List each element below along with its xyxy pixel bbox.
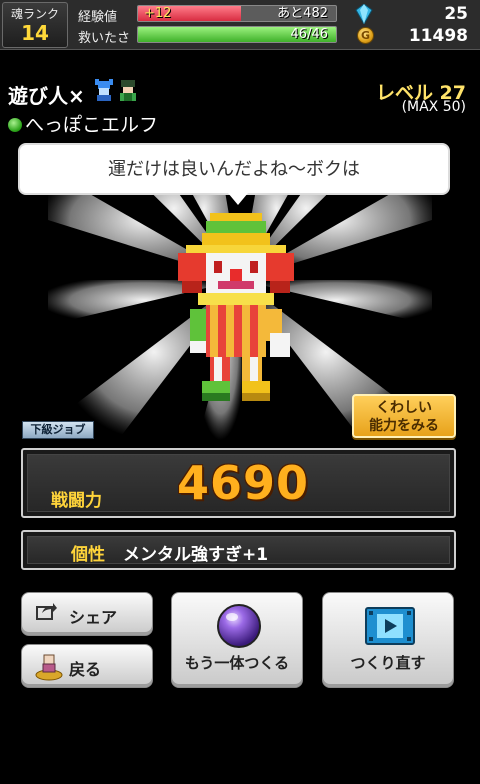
back-button-label: 戻る: [69, 660, 102, 679]
exp-bar: +12 あと482: [137, 5, 337, 22]
view-details-line2: 能力をみる: [369, 418, 439, 434]
create-another-label: もう一体つくる: [184, 654, 290, 672]
recreate-label: つくり直す: [350, 654, 426, 672]
exp-gain: +12: [144, 6, 172, 21]
combat-power-value: 4690: [177, 456, 310, 510]
recreate-button[interactable]: つくり直す: [322, 592, 454, 688]
share-icon: [36, 603, 57, 620]
exp-label: 経験値: [78, 10, 118, 25]
view-details-line1: くわしい: [376, 400, 432, 416]
combat-power-label: 戦闘力: [51, 491, 102, 511]
character-name: 遊び人×: [8, 84, 85, 108]
exp-remaining: あと482: [277, 6, 328, 21]
rescue-bar: 46/46: [137, 26, 337, 43]
back-button[interactable]: 戻る: [21, 644, 153, 688]
speech-bubble-tail: [228, 193, 248, 205]
job-tier-badge: 下級ジョブ: [22, 421, 94, 439]
gem-count: 25: [444, 4, 468, 24]
gold-count: 11498: [408, 26, 468, 46]
share-button[interactable]: シェア: [21, 592, 153, 636]
view-details-button[interactable]: くわしい 能力をみる: [352, 394, 456, 438]
gem-icon: [355, 4, 373, 24]
soul-rank-box: 魂ランク 14: [2, 2, 68, 48]
trait-label: 個性: [71, 545, 105, 565]
rescue-label: 救いたさ: [78, 31, 131, 46]
max-level: (MAX 50): [401, 99, 466, 115]
blue-character-icon: [95, 79, 113, 101]
share-button-label: シェア: [69, 608, 118, 627]
gold-coin-icon: G: [357, 27, 374, 44]
speech-bubble: 運だけは良いんだよね〜ボクは: [18, 143, 450, 195]
clown-character-sprite: [178, 213, 294, 401]
soul-rank-value: 14: [21, 21, 49, 45]
status-bar: 魂ランク 14 経験値 +12 あと482 救いたさ 46/46 25 G 11…: [0, 0, 480, 50]
race-name: へっぽこエルフ: [25, 114, 159, 136]
film-play-icon: [365, 607, 415, 645]
trait-panel: 個性 メンタル強すぎ+1: [21, 530, 456, 570]
create-another-button[interactable]: もう一体つくる: [171, 592, 303, 688]
character-on-platform-icon: [35, 654, 63, 681]
race-line: へっぽこエルフ: [8, 110, 158, 137]
rescue-value: 46/46: [290, 27, 328, 42]
green-orb-icon: [8, 118, 22, 132]
purple-orb-icon: [217, 604, 261, 648]
combat-power-panel: 戦闘力 4690: [21, 448, 456, 518]
green-character-icon: [120, 80, 136, 101]
trait-value: メンタル強すぎ+1: [123, 545, 269, 565]
soul-rank-label: 魂ランク: [10, 7, 59, 21]
